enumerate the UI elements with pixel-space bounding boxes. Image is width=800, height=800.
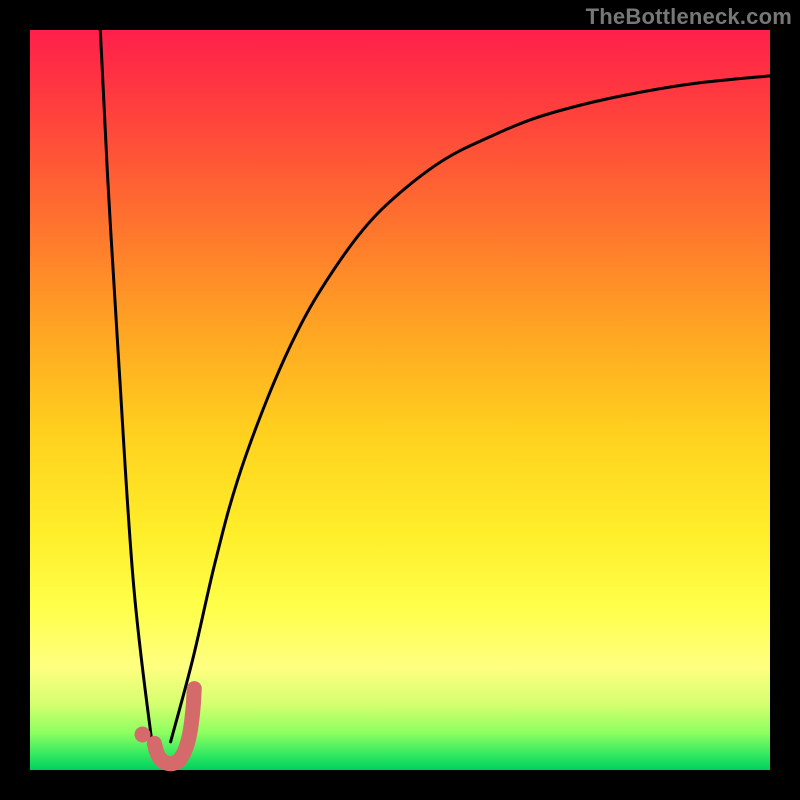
left-branch-line <box>100 30 152 744</box>
chart-plot-svg <box>0 0 800 800</box>
right-branch-line <box>171 76 770 742</box>
watermark-text: TheBottleneck.com <box>586 4 792 30</box>
chart-frame: TheBottleneck.com <box>0 0 800 800</box>
marker-dot <box>134 726 150 742</box>
